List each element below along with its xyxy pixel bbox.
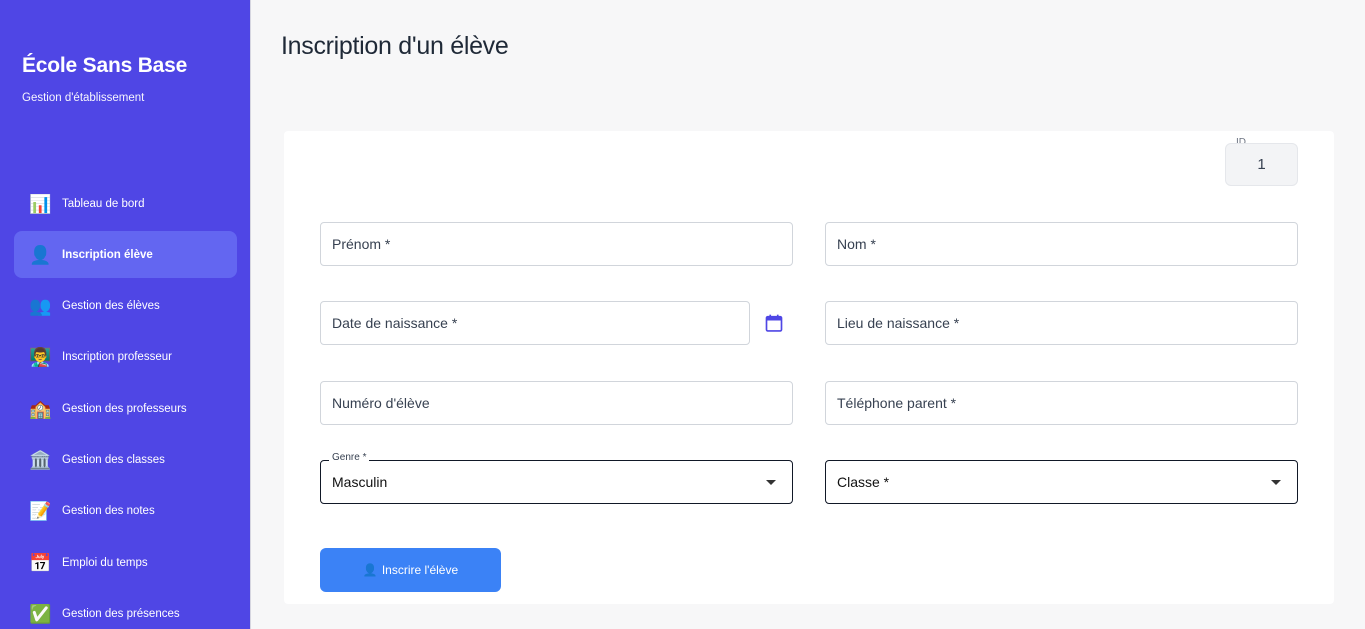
sidebar-item-label: Gestion des élèves: [62, 300, 160, 313]
sidebar-item-label: Tableau de bord: [62, 197, 145, 210]
lieu-naissance-input[interactable]: Lieu de naissance *: [825, 301, 1298, 345]
sidebar-item-gestion-professeurs[interactable]: 🏫 Gestion des professeurs: [14, 385, 237, 432]
teacher-icon: 👨‍🏫: [29, 347, 52, 368]
memo-icon: 📝: [29, 501, 52, 522]
sidebar-nav: 📊 Tableau de bord 👤 Inscription élève 👥 …: [14, 180, 237, 629]
calendar-icon[interactable]: [764, 313, 784, 333]
sidebar: École Sans Base Gestion d'établissement …: [0, 0, 251, 629]
date-naissance-input[interactable]: Date de naissance *: [320, 301, 750, 345]
sidebar-item-gestion-presences[interactable]: ✅ Gestion des présences: [14, 590, 237, 629]
id-field: 1: [1225, 143, 1298, 186]
sidebar-item-gestion-notes[interactable]: 📝 Gestion des notes: [14, 488, 237, 535]
genre-label: Genre *: [329, 452, 370, 463]
telephone-parent-input[interactable]: Téléphone parent *: [825, 381, 1298, 425]
genre-value: Masculin: [332, 474, 388, 490]
users-icon: 👥: [29, 296, 52, 317]
sidebar-item-label: Gestion des présences: [62, 607, 180, 620]
brand: École Sans Base Gestion d'établissement: [22, 54, 187, 104]
prenom-input[interactable]: Prénom *: [320, 222, 793, 266]
chart-icon: 📊: [29, 193, 52, 214]
sidebar-item-gestion-classes[interactable]: 🏛️ Gestion des classes: [14, 436, 237, 483]
sidebar-item-label: Gestion des professeurs: [62, 402, 187, 415]
sidebar-item-tableau-de-bord[interactable]: 📊 Tableau de bord: [14, 180, 237, 227]
sidebar-item-inscription-eleve[interactable]: 👤 Inscription élève: [14, 231, 237, 279]
sidebar-item-label: Inscription professeur: [62, 351, 172, 364]
page-title: Inscription d'un élève: [281, 32, 509, 60]
submit-label: Inscrire l'élève: [381, 563, 459, 577]
sidebar-item-emploi-du-temps[interactable]: 📅 Emploi du temps: [14, 539, 237, 586]
user-icon: 👤: [29, 244, 52, 265]
numero-eleve-input[interactable]: Numéro d'élève: [320, 381, 793, 425]
calendar-icon: 📅: [29, 552, 52, 573]
registration-form: ID 1 Prénom * Nom * Date de naissance * …: [284, 131, 1334, 604]
school-icon: 🏫: [29, 398, 52, 419]
sidebar-item-label: Inscription élève: [62, 248, 153, 261]
user-icon: 👤: [362, 563, 378, 577]
app-subtitle: Gestion d'établissement: [22, 92, 145, 104]
classe-label: Classe *: [837, 474, 890, 490]
genre-select[interactable]: Genre * Masculin: [320, 452, 793, 504]
dropdown-arrow-icon: [766, 480, 776, 485]
app-title: École Sans Base: [22, 54, 188, 77]
check-icon: ✅: [29, 603, 52, 624]
sidebar-item-label: Gestion des classes: [62, 453, 165, 466]
sidebar-item-label: Gestion des notes: [62, 505, 155, 518]
classe-select[interactable]: Classe *: [825, 460, 1298, 504]
sidebar-item-label: Emploi du temps: [62, 556, 148, 569]
inscrire-eleve-button[interactable]: 👤 Inscrire l'élève: [320, 548, 501, 592]
building-icon: 🏛️: [29, 449, 52, 470]
sidebar-item-inscription-professeur[interactable]: 👨‍🏫 Inscription professeur: [14, 334, 237, 381]
sidebar-item-gestion-eleves[interactable]: 👥 Gestion des élèves: [14, 283, 237, 330]
dropdown-arrow-icon: [1271, 480, 1281, 485]
nom-input[interactable]: Nom *: [825, 222, 1298, 266]
